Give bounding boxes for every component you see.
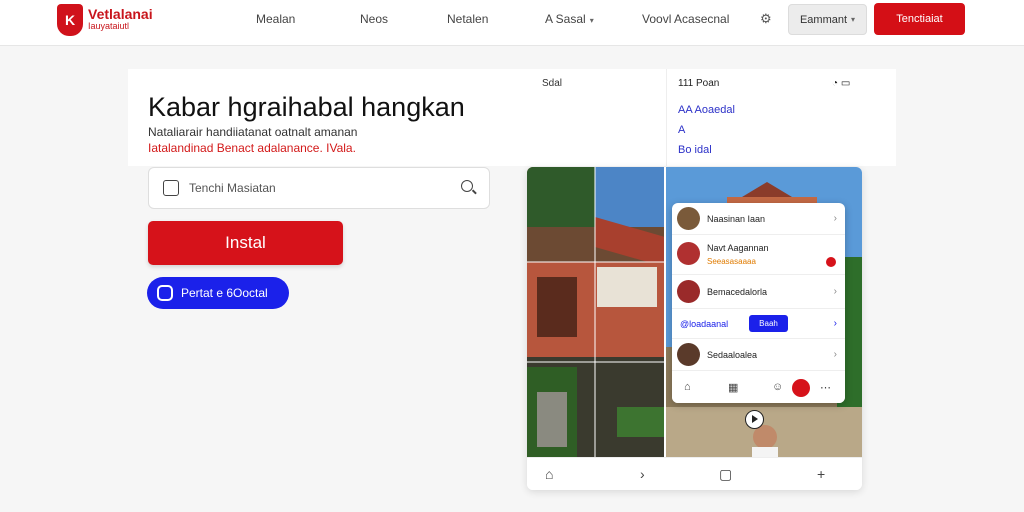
nav-link-2[interactable]: Neos (360, 12, 388, 26)
grid-icon[interactable]: ▦ (728, 381, 738, 394)
smile-icon[interactable]: ☺ (772, 381, 783, 393)
app-icon (157, 285, 173, 301)
chat-name: Navt Aagannan (707, 243, 769, 253)
chevron-right-icon: › (833, 213, 837, 224)
search-placeholder: Tenchi Masiatan (189, 181, 276, 195)
list-item[interactable]: Naasinan Iaan › (672, 203, 845, 235)
book-icon[interactable]: ▢ (719, 466, 732, 483)
pill-button-label: Pertat e 6Ooctal (181, 286, 268, 300)
chat-name: @loadaanal (680, 319, 729, 329)
avatar (677, 242, 700, 265)
photo-label: Sdal (542, 78, 563, 89)
hero-highlight-text: Iatalandinad Benact adalanance. IVala. (148, 141, 356, 155)
chat-status: Seeasasaaaa (707, 257, 756, 266)
hero-title: Kabar hgraihabal hangkan (148, 92, 465, 122)
list-item[interactable]: Bemacedalorla › (672, 275, 845, 309)
nav-link-5[interactable]: Voovl Acasecnal (642, 12, 729, 26)
play-icon[interactable] (745, 410, 764, 429)
chevron-down-icon: ▾ (589, 16, 594, 25)
nav-link-4-dropdown[interactable]: A Sasal ▾ (545, 12, 594, 26)
chat-name: Naasinan Iaan (707, 214, 766, 224)
phone-link-1[interactable]: AA Aoaedal (678, 104, 735, 116)
phone-time: 111 Poan (678, 78, 720, 89)
chevron-down-icon: ▾ (851, 15, 856, 24)
install-button[interactable]: Instal (148, 221, 343, 265)
nav-link-3[interactable]: Netalen (447, 12, 488, 26)
list-item[interactable]: Sedaaloalea › (672, 339, 845, 371)
chevron-right-icon[interactable]: › (640, 466, 645, 482)
settings-icon[interactable]: ⚙ (760, 11, 772, 27)
list-item[interactable]: @loadaanal Baah › (672, 309, 845, 339)
secondary-pill-button[interactable]: Pertat e 6Ooctal (147, 277, 289, 309)
avatar (677, 343, 700, 366)
top-navigation: K Vetlalanai Iauyataiutl Mealan Neos Net… (0, 0, 1024, 46)
chevron-right-icon: › (833, 318, 837, 329)
notification-dot-icon (826, 257, 836, 267)
home-icon[interactable]: ⌂ (684, 381, 691, 393)
hero-subtitle: Nataliarair handiiatanat oatnalt amanan (148, 125, 358, 139)
home-icon[interactable]: ⌂ (545, 466, 553, 482)
more-icon[interactable]: ⋯ (820, 381, 831, 394)
wifi-battery-icon: ◔ ▭ (832, 78, 851, 89)
chevron-right-icon: › (833, 286, 837, 297)
search-input[interactable]: Tenchi Masiatan (148, 167, 490, 209)
account-dropdown-button[interactable]: Eammant ▾ (788, 4, 867, 35)
avatar (677, 280, 700, 303)
account-dropdown-label: Eammant (799, 13, 848, 26)
chat-name: Bemacedalorla (707, 287, 768, 297)
brand-logo[interactable]: K Vetlalanai Iauyataiutl (57, 4, 153, 36)
chat-toolbar: ⌂ ▦ ☺ ⋯ (672, 373, 845, 403)
search-icon[interactable] (461, 180, 473, 192)
gauge-icon (163, 180, 179, 196)
photo-bottom-toolbar: ⌂ › ▢ + (527, 457, 862, 490)
nav-link-4-label: A Sasal (545, 12, 586, 26)
phone-link-2[interactable]: A (678, 124, 685, 136)
list-item[interactable]: Navt Aagannan Seeasasaaaa (672, 235, 845, 275)
chevron-right-icon: › (833, 349, 837, 360)
avatar (677, 207, 700, 230)
brand-name: Vetlalanai (88, 6, 153, 22)
nav-link-1[interactable]: Mealan (256, 12, 295, 26)
record-icon[interactable] (792, 379, 810, 397)
primary-cta-button[interactable]: Tenctiaiat (874, 3, 965, 35)
chat-name: Sedaaloalea (707, 350, 758, 360)
chat-list-overlay: Naasinan Iaan › Navt Aagannan Seeasasaaa… (672, 203, 845, 403)
add-icon[interactable]: + (817, 466, 825, 482)
logo-shield-icon: K (57, 4, 83, 36)
chat-action-button[interactable]: Baah (749, 315, 788, 332)
phone-link-3[interactable]: Bo idal (678, 144, 712, 156)
